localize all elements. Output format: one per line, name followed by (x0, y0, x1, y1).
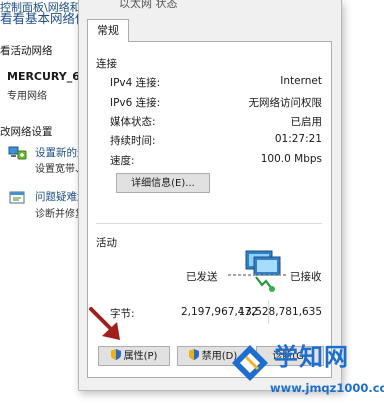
network-setup-icon[interactable] (8, 145, 28, 163)
network-activity-icon (228, 250, 286, 292)
troubleshoot-icon[interactable] (8, 190, 28, 208)
properties-button-label: 属性(P) (123, 351, 158, 362)
speed-label: 速度: (110, 155, 135, 167)
tab-general[interactable]: 常规 (87, 19, 129, 42)
watermark: 学知网 www.jmqz1000.com (226, 333, 384, 405)
connection-section-label: 连接 (96, 58, 117, 70)
activity-section-label: 活动 (96, 237, 117, 249)
watermark-url: www.jmqz1000.com (270, 381, 384, 395)
ipv4-value: Internet (280, 75, 322, 87)
sent-label: 已发送 (186, 271, 218, 283)
ipv6-label: IPv6 连接: (110, 97, 161, 109)
bytes-received-value: 13,528,781,635 (238, 306, 323, 318)
media-state-value: 已启用 (290, 116, 323, 128)
properties-button[interactable]: 属性(P) (98, 346, 170, 366)
ipv4-label: IPv4 连接: (110, 77, 161, 89)
shield-icon (110, 349, 121, 360)
duration-label: 持续时间: (110, 135, 156, 147)
ipv6-value: 无网络访问权限 (248, 97, 323, 109)
change-settings-label: 改网络设置 (0, 126, 53, 138)
received-label: 已接收 (290, 271, 322, 283)
shield-icon (188, 349, 199, 360)
media-state-label: 媒体状态: (110, 116, 156, 128)
details-button[interactable]: 详细信息(E)... (116, 173, 210, 193)
network-type: 专用网络 (7, 91, 47, 102)
duration-value: 01:27:21 (274, 133, 322, 145)
watermark-text: 学知网 (274, 343, 349, 371)
divider (96, 223, 322, 224)
dialog-title: 以太网 状态 (119, 0, 178, 10)
pointer-arrow-icon (89, 307, 120, 340)
watermark-logo-icon (232, 345, 268, 381)
speed-value: 100.0 Mbps (260, 153, 322, 165)
active-networks-label: 看活动网络 (0, 45, 53, 57)
